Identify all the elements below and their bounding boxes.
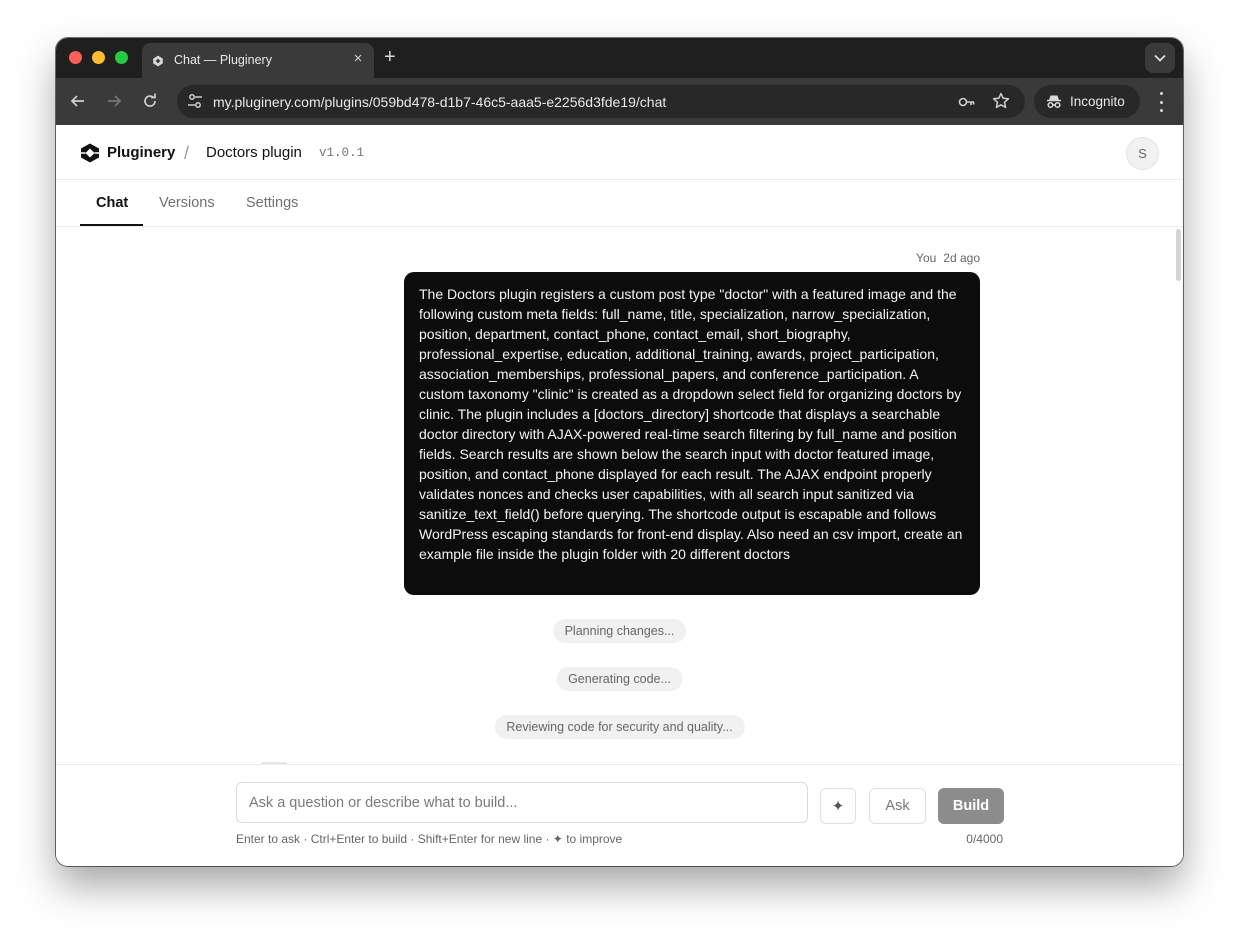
browser-window: Chat — Pluginery × + my.pluginery.com/pl… — [56, 38, 1183, 866]
chat-composer: ✦ Ask Build Enter to ask · Ctrl+Enter to… — [56, 764, 1183, 866]
site-settings-icon[interactable] — [185, 91, 205, 111]
pluginery-logo-icon[interactable] — [80, 143, 100, 163]
user-avatar[interactable]: S — [1126, 137, 1159, 170]
page-content: Pluginery / Doctors plugin v1.0.1 S Chat… — [56, 125, 1183, 866]
browser-menu-icon[interactable] — [1152, 92, 1170, 112]
message-time: 2d ago — [943, 251, 980, 265]
back-button[interactable] — [67, 90, 89, 112]
ask-button[interactable]: Ask — [869, 788, 926, 824]
tab-close-icon[interactable]: × — [350, 51, 366, 67]
address-bar[interactable]: my.pluginery.com/plugins/059bd478-d1b7-4… — [177, 85, 1025, 118]
status-generating: Generating code... — [556, 667, 683, 691]
close-window-button[interactable] — [69, 51, 82, 64]
breadcrumb-separator: / — [184, 143, 190, 163]
status-planning: Planning changes... — [552, 619, 687, 643]
bookmark-star-icon[interactable] — [992, 92, 1010, 110]
tab-settings[interactable]: Settings — [246, 195, 298, 211]
status-reviewing: Reviewing code for security and quality.… — [494, 715, 745, 739]
password-key-icon[interactable] — [958, 93, 976, 111]
active-tab-indicator — [80, 224, 143, 226]
chevron-down-icon — [1154, 54, 1166, 62]
improve-prompt-button[interactable]: ✦ — [820, 788, 856, 824]
plugin-name[interactable]: Doctors plugin — [206, 144, 302, 161]
arrow-right-icon — [108, 95, 122, 107]
user-message-bubble: The Doctors plugin registers a custom po… — [404, 272, 980, 595]
app-header: Pluginery / Doctors plugin v1.0.1 S — [56, 125, 1183, 180]
message-meta: You 2d ago — [916, 251, 980, 265]
incognito-label: Incognito — [1070, 94, 1125, 109]
new-tab-button[interactable]: + — [384, 47, 396, 67]
forward-button[interactable] — [103, 90, 125, 112]
chat-input[interactable] — [236, 782, 808, 823]
minimize-window-button[interactable] — [92, 51, 105, 64]
reload-button[interactable] — [139, 90, 161, 112]
maximize-window-button[interactable] — [115, 51, 128, 64]
tab-chat[interactable]: Chat — [96, 195, 128, 211]
tab-title: Chat — Pluginery — [174, 53, 272, 67]
browser-toolbar: my.pluginery.com/plugins/059bd478-d1b7-4… — [56, 78, 1183, 125]
chat-thread[interactable]: You 2d ago The Doctors plugin registers a… — [56, 227, 1183, 764]
plugin-version: v1.0.1 — [319, 146, 365, 160]
sparkle-icon: ✦ — [831, 798, 845, 815]
brand-name[interactable]: Pluginery — [107, 144, 175, 161]
tab-search-button[interactable] — [1145, 43, 1175, 73]
plugin-tabs: Chat Versions Settings — [56, 180, 1183, 227]
incognito-icon — [1047, 95, 1061, 109]
incognito-button[interactable]: Incognito — [1034, 85, 1140, 118]
chat-scrollbar[interactable] — [1176, 229, 1181, 281]
reload-icon — [144, 93, 156, 107]
character-counter: 0/4000 — [966, 832, 1003, 846]
message-author: You — [916, 251, 937, 265]
keyboard-hint: Enter to ask · Ctrl+Enter to build · Shi… — [236, 832, 623, 846]
tab-strip: Chat — Pluginery × + — [56, 38, 1183, 78]
browser-tab[interactable]: Chat — Pluginery × — [142, 43, 374, 78]
build-button[interactable]: Build — [938, 788, 1004, 824]
url-text: my.pluginery.com/plugins/059bd478-d1b7-4… — [213, 94, 667, 110]
arrow-left-icon — [70, 95, 84, 107]
tab-versions[interactable]: Versions — [159, 195, 215, 211]
pluginery-favicon-icon — [153, 55, 163, 67]
